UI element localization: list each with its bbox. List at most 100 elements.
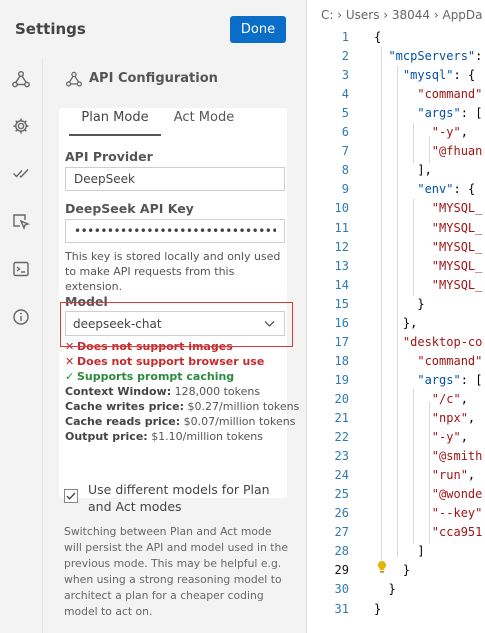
line-number: 7 <box>341 144 349 158</box>
indent-guide <box>397 66 398 557</box>
code-line[interactable]: "args": [ <box>374 106 482 120</box>
code-line[interactable]: "mcpServers": <box>374 49 482 63</box>
model-capabilities: ✕ Does not support images ✕ Does not suppo… <box>65 339 299 444</box>
line-number: 29 <box>334 563 349 577</box>
stat-cache-writes: Cache writes price: $0.27/million tokens <box>65 399 299 414</box>
stat-label: Context Window: <box>65 385 172 398</box>
line-number: 2 <box>341 49 349 63</box>
tab-plan-mode[interactable]: Plan Mode <box>69 108 161 136</box>
code-line[interactable]: } <box>374 582 395 596</box>
settings-title: Settings <box>15 20 86 38</box>
info-icon[interactable] <box>11 307 31 327</box>
line-number: 9 <box>341 182 349 196</box>
indent-guide <box>413 389 414 544</box>
indent-guide <box>381 47 382 560</box>
code-line[interactable]: "run", <box>374 468 475 482</box>
stat-value: $0.27/million tokens <box>187 400 300 413</box>
line-number: 11 <box>334 221 349 235</box>
line-number: 23 <box>334 449 349 463</box>
stat-value: $1.10/million tokens <box>151 430 264 443</box>
line-number: 30 <box>334 582 349 596</box>
api-config-icon <box>65 71 83 87</box>
code-line[interactable]: "desktop-co <box>374 335 482 349</box>
robot-icon[interactable] <box>11 69 31 89</box>
line-number: 12 <box>334 240 349 254</box>
api-provider-select[interactable] <box>65 167 285 191</box>
line-number: 10 <box>334 201 349 215</box>
code-line[interactable]: ], <box>374 163 431 177</box>
line-number: 18 <box>334 354 349 368</box>
line-number: 16 <box>334 316 349 330</box>
different-models-checkbox[interactable] <box>64 489 78 503</box>
line-number: 13 <box>334 259 349 273</box>
line-number: 27 <box>334 525 349 539</box>
code-line[interactable]: "command" <box>374 354 482 368</box>
line-number: 21 <box>334 411 349 425</box>
mcp-icon[interactable] <box>11 211 31 231</box>
tab-act-mode[interactable]: Act Mode <box>163 108 245 134</box>
indent-guide <box>413 123 414 163</box>
line-number: 17 <box>334 335 349 349</box>
breadcrumb[interactable]: C: › Users › 38044 › AppDa <box>321 8 483 22</box>
app-window: Settings Done API Configuration Plan Mod… <box>0 0 485 633</box>
code-line[interactable]: "-y", <box>374 430 468 444</box>
code-line[interactable]: "args": [ <box>374 373 482 387</box>
gear-icon[interactable] <box>11 116 31 136</box>
stat-label: Output price: <box>65 430 148 443</box>
code-line[interactable]: "MYSQL_ <box>374 221 483 235</box>
stat-label: Cache writes price: <box>65 400 185 413</box>
capability-text: Supports prompt caching <box>77 370 235 383</box>
line-number: 4 <box>341 87 349 101</box>
lightbulb-icon[interactable] <box>376 560 388 574</box>
code-line[interactable]: "/c", <box>374 392 468 406</box>
code-line[interactable]: "-y", <box>374 125 468 139</box>
line-number: 1 <box>341 30 349 44</box>
code-line[interactable]: "mysql": { <box>374 68 475 82</box>
line-number: 20 <box>334 392 349 406</box>
x-icon: ✕ <box>65 355 75 368</box>
model-highlight-box <box>60 302 293 347</box>
stat-label: Cache reads price: <box>65 415 181 428</box>
line-number: 28 <box>334 544 349 558</box>
line-number: 15 <box>334 297 349 311</box>
code-editor[interactable]: C: › Users › 38044 › AppDa 1 2 3 4 5 6 7 8 9 10 11… <box>307 0 485 633</box>
code-line[interactable]: "MYSQL_ <box>374 259 483 273</box>
checkmark-icon: ✓ <box>65 370 75 383</box>
stat-context-window: Context Window: 128,000 tokens <box>65 384 287 399</box>
stat-value: $0.07/million tokens <box>183 415 296 428</box>
line-number: 24 <box>334 468 349 482</box>
api-provider-label: API Provider <box>65 149 153 164</box>
terminal-icon[interactable] <box>11 259 31 279</box>
stat-output-price: Output price: $1.10/million tokens <box>65 429 287 444</box>
code-line[interactable]: "command" <box>374 87 482 101</box>
capability-caching: ✓ Supports prompt caching <box>65 369 287 384</box>
code-line[interactable]: { <box>374 30 381 44</box>
code-line[interactable]: "npx", <box>374 411 475 425</box>
settings-nav-rail <box>0 58 42 633</box>
line-number: 3 <box>341 68 349 82</box>
line-number: 26 <box>334 506 349 520</box>
line-number: 14 <box>334 278 349 292</box>
check-icon[interactable] <box>11 163 31 183</box>
code-line[interactable]: "MYSQL_ <box>374 278 483 292</box>
indent-guide <box>413 199 414 296</box>
done-button[interactable]: Done <box>230 16 286 43</box>
settings-panel: Settings Done API Configuration Plan Mod… <box>0 0 307 633</box>
line-number: 5 <box>341 106 349 120</box>
indent-guide <box>429 136 430 163</box>
code-line[interactable]: "MYSQL_ <box>374 240 483 254</box>
capability-text: Does not support browser use <box>77 355 265 368</box>
section-title: API Configuration <box>89 71 218 86</box>
line-number: 8 <box>341 163 349 177</box>
api-key-label: DeepSeek API Key <box>65 201 194 216</box>
code-line[interactable]: } <box>374 602 381 616</box>
line-number: 31 <box>334 602 349 616</box>
api-key-note: This key is stored locally and only used… <box>65 250 281 293</box>
different-models-label[interactable]: Use different models for Plan and Act mo… <box>88 481 278 515</box>
indent-guide <box>429 402 430 544</box>
code-line[interactable]: "MYSQL_ <box>374 201 483 215</box>
mode-switch-note: Switching between Plan and Act mode will… <box>64 525 288 618</box>
api-key-input[interactable] <box>65 219 285 243</box>
code-line[interactable]: "env": { <box>374 182 475 196</box>
stat-value: 128,000 tokens <box>174 385 261 398</box>
